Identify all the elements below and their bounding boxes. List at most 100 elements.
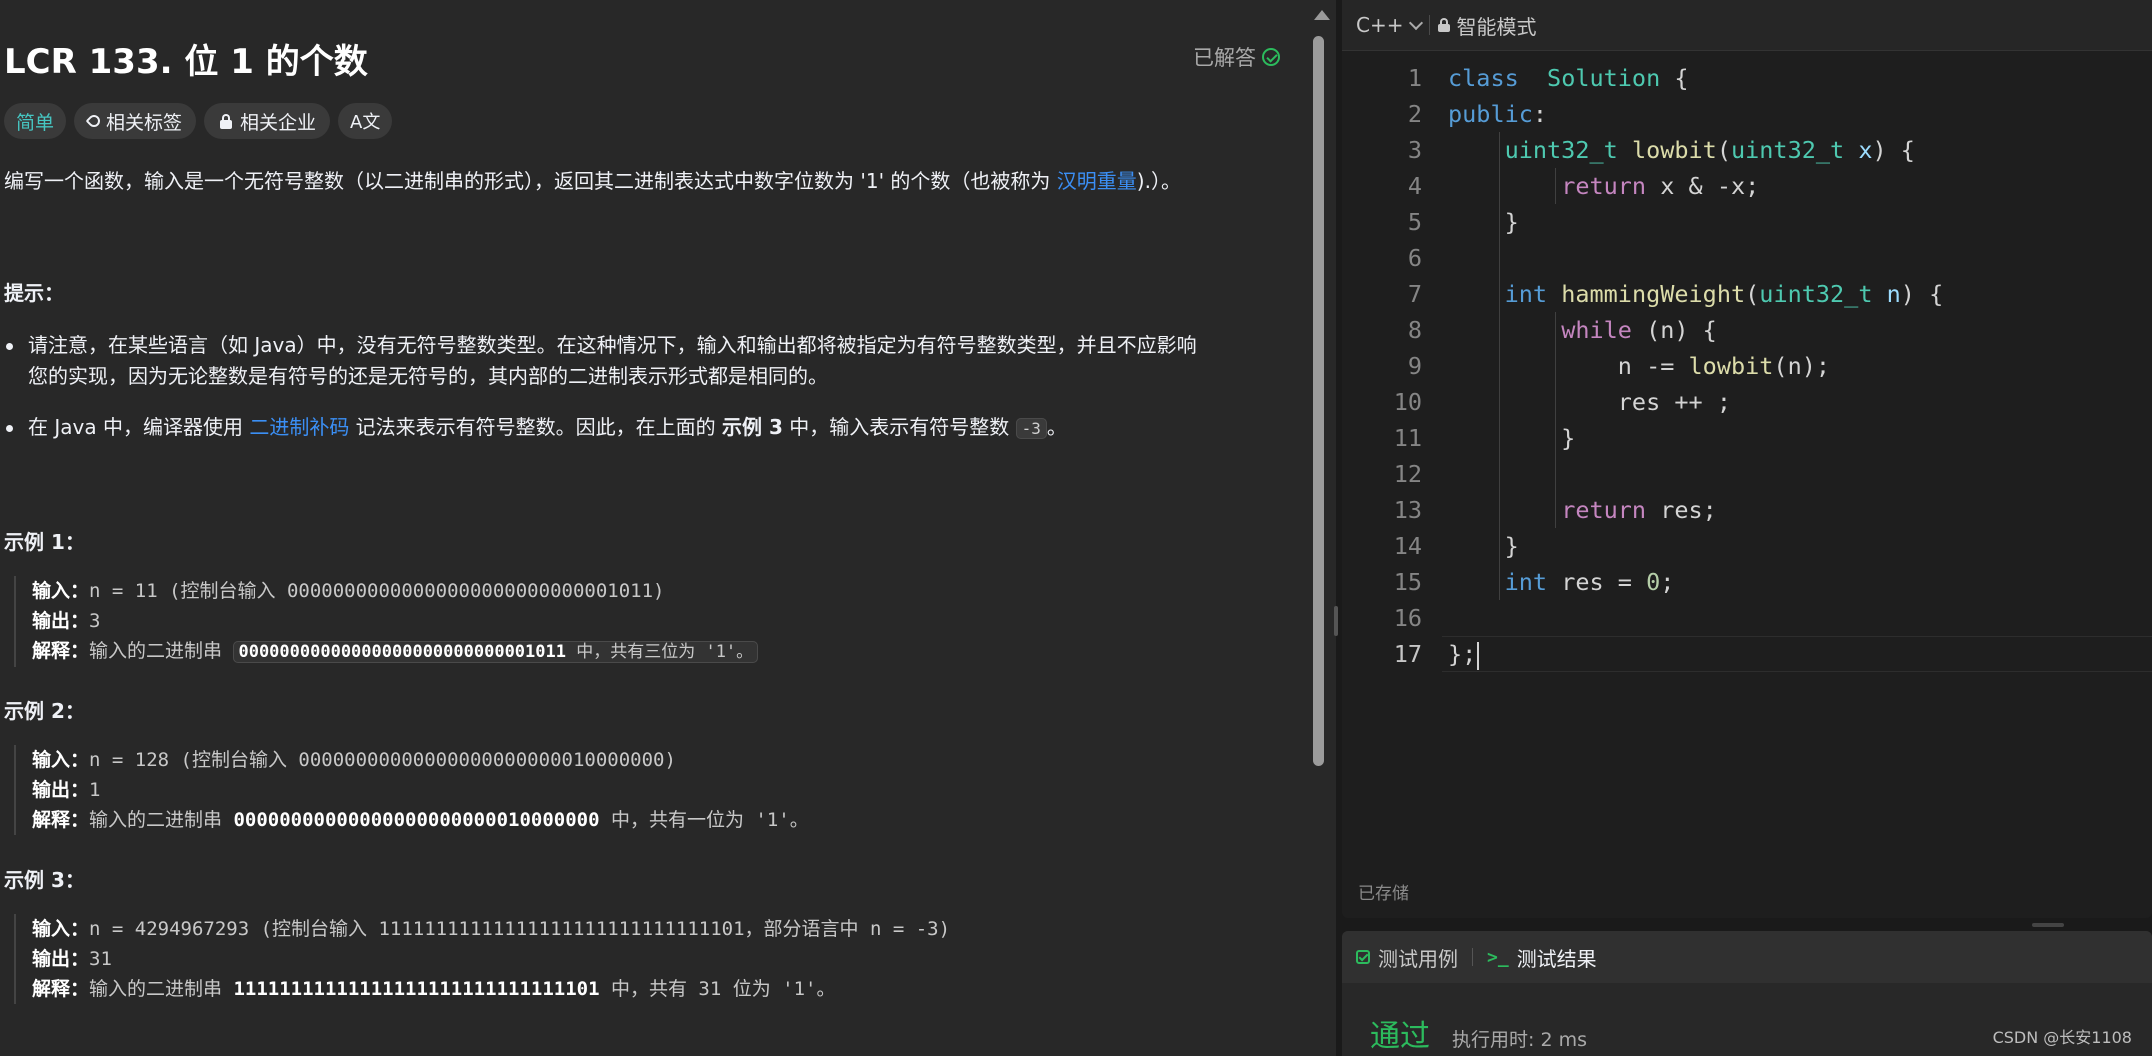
test-panel-tabs: 测试用例 >_ 测试结果 bbox=[1342, 931, 2152, 983]
line-number: 12 bbox=[1393, 460, 1422, 488]
example-output: 1 bbox=[89, 779, 101, 801]
terminal-icon: >_ bbox=[1487, 946, 1509, 968]
hint-bullet-1: 请注意，在某些语言（如 Java）中，没有无符号整数类型。在这种情况下，输入和输… bbox=[6, 330, 1197, 392]
hint-heading: 提示： bbox=[4, 281, 64, 305]
code-text: }; bbox=[1448, 636, 1480, 672]
test-panel: 测试用例 >_ 测试结果 通过 执行用时: 2 ms CSDN @长安1108 bbox=[1342, 931, 2152, 1056]
hamming-weight-link[interactable]: 汉明重量 bbox=[1057, 169, 1137, 193]
line-number: 5 bbox=[1407, 208, 1422, 236]
code-line[interactable]: 6 bbox=[1342, 240, 2152, 276]
hint2-text-after: 中，输入表示有符号整数 bbox=[782, 415, 1016, 439]
code-text: return x & -x; bbox=[1561, 172, 1760, 200]
example-3-block: 输入：n = 4294967293 (控制台输入 111111111111111… bbox=[14, 914, 950, 1004]
hint2-text-mid: 记法来表示有符号整数。因此，在上面的 bbox=[349, 415, 723, 439]
check-circle-icon bbox=[1262, 48, 1280, 66]
text-cursor bbox=[1477, 641, 1480, 670]
code-text: n -= lowbit(n); bbox=[1448, 352, 1831, 380]
code-line[interactable]: 9 n -= lowbit(n); bbox=[1342, 348, 2152, 384]
indent-guide bbox=[1555, 168, 1557, 204]
code-area[interactable]: 1 class Solution { 2 public: 3 uint32_t lowb… bbox=[1342, 60, 2152, 672]
explanation-label: 解释： bbox=[32, 809, 90, 831]
hint-text-line-1: 请注意，在某些语言（如 Java）中，没有无符号整数类型。在这种情况下，输入和输… bbox=[28, 333, 1197, 357]
checkbox-icon bbox=[1356, 950, 1370, 964]
mode-toggle[interactable]: 智能模式 bbox=[1438, 11, 1536, 40]
input-label: 输入： bbox=[32, 918, 90, 940]
translate-button[interactable]: A文 bbox=[338, 103, 393, 139]
related-companies-button[interactable]: 相关企业 bbox=[204, 103, 331, 139]
tab-results[interactable]: >_ 测试结果 bbox=[1473, 943, 1611, 972]
test-result: 通过 执行用时: 2 ms bbox=[1370, 1011, 1587, 1055]
code-line[interactable]: 17}; bbox=[1342, 636, 2152, 672]
output-label: 输出： bbox=[32, 779, 90, 801]
code-text: int res = 0; bbox=[1504, 568, 1675, 596]
twos-complement-link[interactable]: 二进制补码 bbox=[249, 415, 349, 439]
code-line[interactable]: 10 res ++ ; bbox=[1342, 384, 2152, 420]
code-line[interactable]: 15 int res = 0; bbox=[1342, 564, 2152, 600]
difficulty-badge[interactable]: 简单 bbox=[4, 103, 67, 139]
code-line[interactable]: 14 } bbox=[1342, 528, 2152, 564]
related-tags-label: 相关标签 bbox=[106, 111, 183, 134]
problem-panel: LCR 133. 位 1 的个数 已解答 简单 相关标签 相关企业 A文 编写一… bbox=[0, 0, 1310, 1056]
code-line[interactable]: 11 } bbox=[1342, 420, 2152, 456]
example-input: n = 11 (控制台输入 00000000000000000000000000… bbox=[89, 580, 665, 602]
language-select[interactable]: C++ bbox=[1356, 13, 1424, 37]
example-explanation-end: 中，共有一位为 '1'。 bbox=[599, 809, 809, 831]
line-number: 10 bbox=[1393, 388, 1422, 416]
code-line[interactable]: 16 bbox=[1342, 600, 2152, 636]
editor-toolbar: C++ 智能模式 bbox=[1342, 0, 2152, 51]
vertical-resize-handle[interactable] bbox=[1334, 606, 1338, 636]
code-text: } bbox=[1448, 424, 1576, 452]
binary-string: 00000000000000000000000010000000 bbox=[233, 809, 600, 831]
line-number: 4 bbox=[1407, 172, 1422, 200]
code-line[interactable]: 2 public: bbox=[1342, 96, 2152, 132]
binary-string: 11111111111111111111111111111101 bbox=[233, 978, 600, 1000]
tag-bar: 简单 相关标签 相关企业 A文 bbox=[4, 103, 393, 139]
line-number: 3 bbox=[1407, 136, 1422, 164]
output-label: 输出： bbox=[32, 610, 90, 632]
related-companies-label: 相关企业 bbox=[240, 111, 317, 134]
hint-bullet-2: 在 Java 中，编译器使用 二进制补码 记法来表示有符号整数。因此，在上面的 … bbox=[6, 412, 1067, 444]
related-tags-button[interactable]: 相关标签 bbox=[74, 103, 197, 139]
code-text: while (n) { bbox=[1561, 316, 1717, 344]
binary-string: 00000000000000000000000000001011 bbox=[238, 642, 566, 662]
line-number: 11 bbox=[1393, 424, 1422, 452]
problem-title: LCR 133. 位 1 的个数 bbox=[4, 42, 368, 82]
code-line[interactable]: 7 int hammingWeight(uint32_t n) { bbox=[1342, 276, 2152, 312]
code-line[interactable]: 13 return res; bbox=[1342, 492, 2152, 528]
code-line[interactable]: 3 uint32_t lowbit(uint32_t x) { bbox=[1342, 132, 2152, 168]
horizontal-resize-handle[interactable] bbox=[2032, 923, 2064, 927]
indent-guide bbox=[1498, 132, 1500, 600]
toolbar-divider bbox=[1429, 15, 1431, 35]
line-number: 6 bbox=[1407, 244, 1422, 272]
code-text: res ++ ; bbox=[1448, 388, 1731, 416]
code-text: class Solution { bbox=[1448, 64, 1689, 92]
input-label: 输入： bbox=[32, 749, 90, 771]
example-explanation: 输入的二进制串 bbox=[89, 978, 234, 1000]
panel-divider bbox=[1336, 0, 1340, 1056]
tab-results-label: 测试结果 bbox=[1516, 946, 1597, 971]
example-1-title: 示例 1： bbox=[4, 530, 85, 554]
output-label: 输出： bbox=[32, 948, 90, 970]
example-2-title: 示例 2： bbox=[4, 699, 85, 723]
hint-text-line-2: 您的实现，因为无论整数是有符号的还是无符号的，其内部的二进制表示形式都是相同的。 bbox=[28, 364, 828, 388]
tab-testcases[interactable]: 测试用例 bbox=[1342, 943, 1472, 972]
code-line[interactable]: 4 return x & -x; bbox=[1342, 168, 2152, 204]
code-text: uint32_t lowbit(uint32_t x) { bbox=[1504, 136, 1915, 164]
code-line[interactable]: 8 while (n) { bbox=[1342, 312, 2152, 348]
code-editor[interactable]: C++ 智能模式 1 class Solution { 2 public: 3 uint… bbox=[1342, 0, 2152, 918]
code-line[interactable]: 5 } bbox=[1342, 204, 2152, 240]
hint2-example-ref: 示例 3 bbox=[722, 415, 783, 439]
code-line[interactable]: 1 class Solution { bbox=[1342, 60, 2152, 96]
code-line[interactable]: 12 bbox=[1342, 456, 2152, 492]
description-scrollbar-thumb[interactable] bbox=[1313, 36, 1324, 766]
description-text-end: ).）。 bbox=[1136, 169, 1181, 193]
mode-label: 智能模式 bbox=[1456, 14, 1537, 39]
problem-description: 编写一个函数，输入是一个无符号整数（以二进制串的形式），返回其二进制表达式中数字… bbox=[4, 165, 1181, 194]
code-text: public: bbox=[1448, 100, 1548, 128]
lock-icon bbox=[218, 113, 234, 129]
example-explanation: 输入的二进制串 bbox=[89, 809, 234, 831]
code-text: } bbox=[1448, 532, 1519, 560]
line-number: 2 bbox=[1407, 100, 1422, 128]
scroll-up-arrow-icon[interactable] bbox=[1314, 10, 1330, 20]
saved-status: 已存储 bbox=[1358, 884, 1409, 904]
